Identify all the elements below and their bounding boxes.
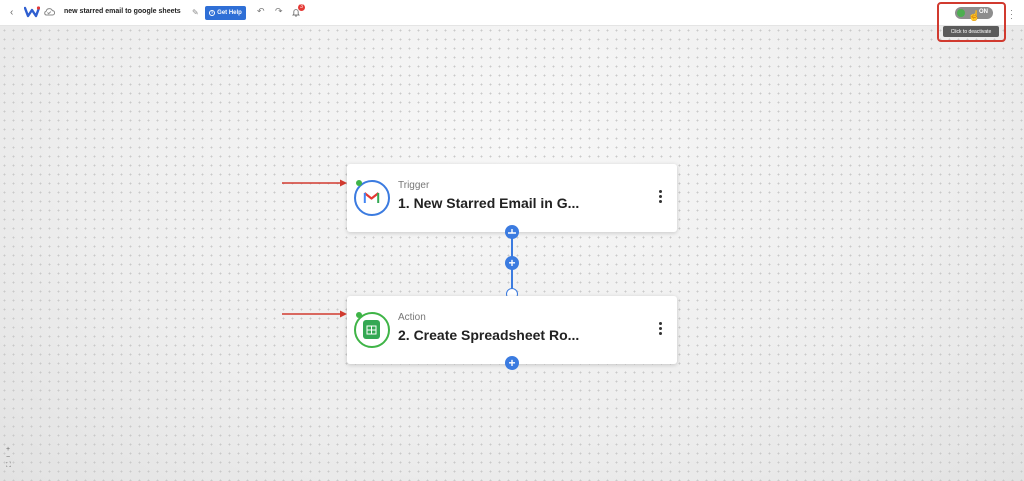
trigger-menu-icon[interactable] [657,190,663,205]
fit-view-icon[interactable]: ⛶ [6,462,11,470]
action-type-label: Action [398,312,426,323]
annotation-highlight-box [937,2,1006,42]
trigger-node[interactable]: Trigger 1. New Starred Email in G... [347,164,677,232]
get-help-button[interactable]: ? Get Help [205,6,246,20]
trigger-status-dot [356,180,362,186]
workflow-title[interactable]: new starred email to google sheets [64,8,181,15]
zoom-in-icon[interactable]: + [6,446,11,454]
annotation-arrow-action [282,310,347,318]
trigger-title: 1. New Starred Email in G... [398,195,580,211]
zoom-out-icon[interactable]: − [6,454,11,462]
undo-icon[interactable]: ↶ [257,6,265,17]
vertical-dots-icon[interactable]: · · · [1010,6,1013,23]
action-title: 2. Create Spreadsheet Ro... [398,327,580,343]
add-step-after-action-button[interactable]: + [505,356,519,370]
get-help-label: Get Help [217,10,242,16]
add-step-button[interactable]: + [505,256,519,270]
annotation-arrow-trigger [282,179,347,187]
pencil-icon[interactable]: ✎ [192,8,199,17]
chevron-left-icon[interactable]: ‹ [10,7,13,18]
action-menu-icon[interactable] [657,322,663,337]
cloud-icon [44,8,55,16]
google-sheets-icon [363,320,380,339]
top-bar: ‹ new starred email to google sheets ✎ ?… [0,0,1024,26]
notifications-badge: 3 [298,4,305,11]
action-node[interactable]: Action 2. Create Spreadsheet Ro... [347,296,677,364]
question-icon: ? [209,10,216,16]
connector-handle-icon[interactable] [505,225,519,239]
trigger-type-label: Trigger [398,180,430,191]
w-logo-icon[interactable] [24,6,40,18]
action-status-dot [356,312,362,318]
redo-icon[interactable]: ↷ [275,6,283,17]
gmail-icon [363,192,380,203]
zoom-controls: + − ⛶ [6,446,11,470]
